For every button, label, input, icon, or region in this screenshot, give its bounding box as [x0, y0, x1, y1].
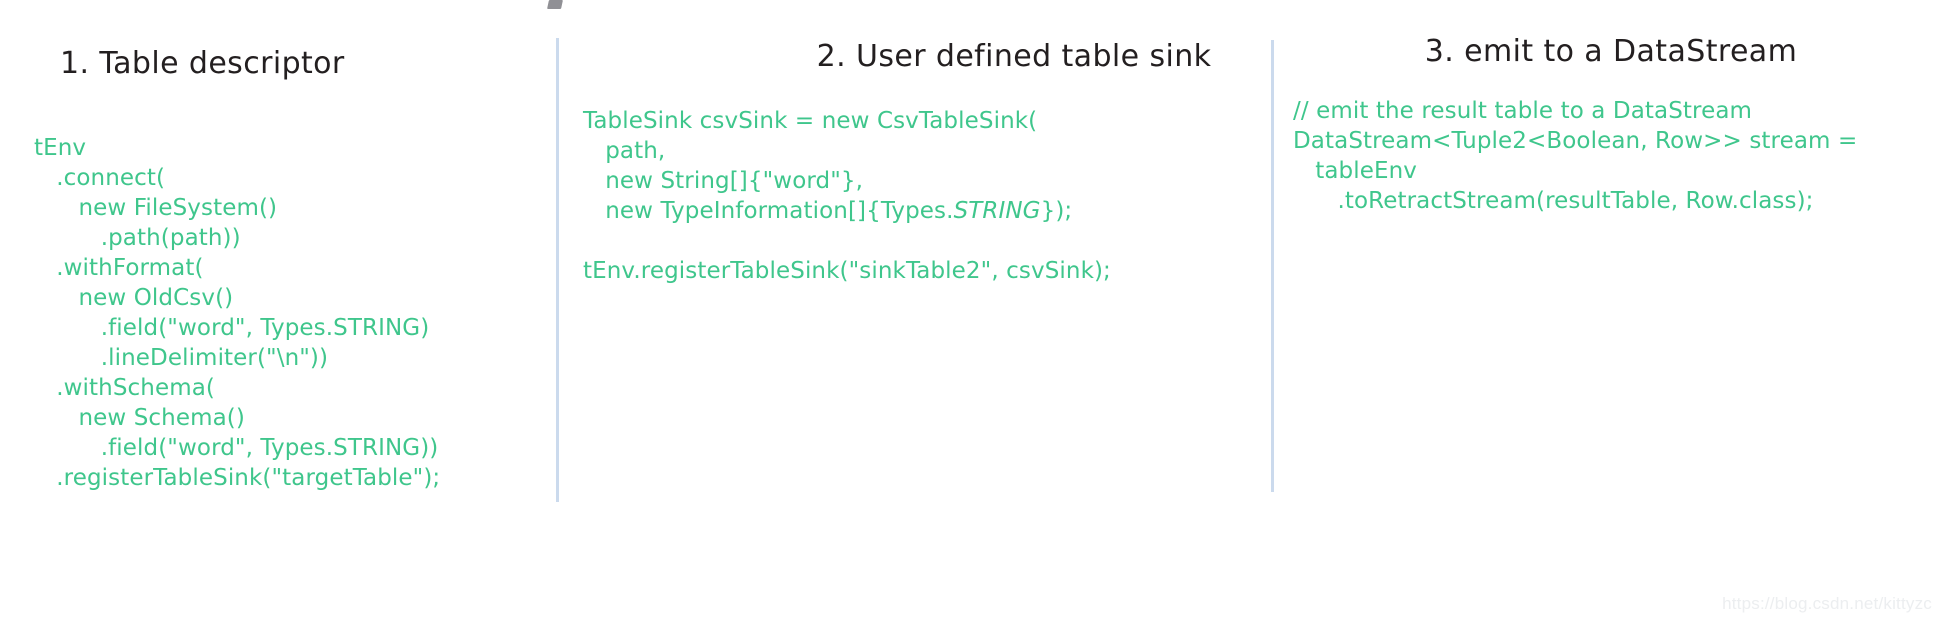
- code-line: new String[]{"word"},: [583, 168, 864, 194]
- source-watermark: https://blog.csdn.net/kittyzc: [1722, 594, 1932, 613]
- code-line: .field("word", Types.STRING)): [34, 435, 439, 461]
- code-line: DataStream<Tuple2<Boolean, Row>> stream …: [1293, 128, 1858, 154]
- code-line: new FileSystem(): [34, 195, 278, 221]
- code-line: path,: [583, 138, 666, 164]
- column-emit-to-datastream: 3. emit to a DataStream // emit the resu…: [1274, 0, 1948, 628]
- code-line: TableSink csvSink = new CsvTableSink(: [583, 108, 1038, 134]
- column-table-descriptor: 1. Table descriptor tEnv .connect( new F…: [0, 0, 556, 628]
- column-3-code-block: // emit the result table to a DataStream…: [1293, 96, 1857, 216]
- slide-canvas: 1. Table descriptor tEnv .connect( new F…: [0, 0, 1948, 628]
- code-italic-token: STRING: [953, 198, 1041, 224]
- code-line: .field("word", Types.STRING): [34, 315, 430, 341]
- code-line: new TypeInformation[]{Types.STRING});: [583, 198, 1073, 224]
- code-line: .path(path)): [34, 225, 241, 251]
- code-line: // emit the result table to a DataStream: [1293, 98, 1753, 124]
- code-line: .toRetractStream(resultTable, Row.class)…: [1293, 188, 1814, 214]
- column-2-heading: 2. User defined table sink: [816, 39, 1212, 74]
- code-line: .connect(: [34, 165, 166, 191]
- code-line: .withFormat(: [34, 255, 204, 281]
- code-line: .withSchema(: [34, 375, 215, 401]
- column-3-heading: 3. emit to a DataStream: [1424, 34, 1798, 69]
- column-1-heading: 1. Table descriptor: [60, 46, 345, 81]
- code-line: .lineDelimiter("\n")): [34, 345, 329, 371]
- code-line: tEnv.registerTableSink("sinkTable2", csv…: [583, 258, 1111, 284]
- code-line: tableEnv: [1293, 158, 1418, 184]
- column-1-code-block: tEnv .connect( new FileSystem() .path(pa…: [34, 133, 440, 493]
- code-line: .registerTableSink("targetTable");: [34, 465, 441, 491]
- column-2-code-block: TableSink csvSink = new CsvTableSink( pa…: [583, 106, 1111, 286]
- code-line: new Schema(): [34, 405, 245, 431]
- column-user-defined-table-sink: 2. User defined table sink TableSink csv…: [559, 0, 1271, 628]
- code-line: tEnv: [34, 135, 87, 161]
- code-line: new OldCsv(): [34, 285, 234, 311]
